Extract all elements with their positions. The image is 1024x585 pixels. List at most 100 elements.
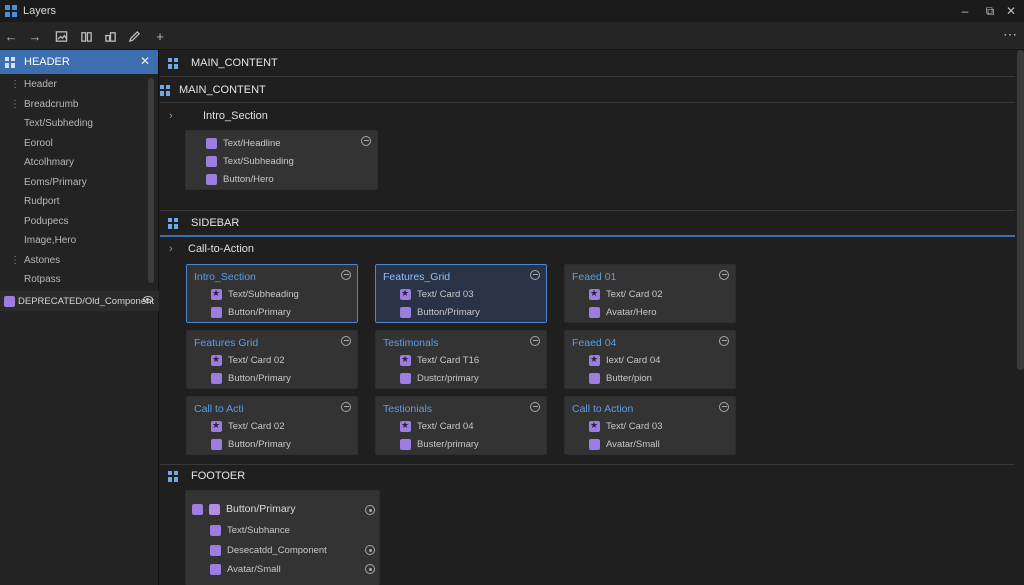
list-item[interactable]: Text/Subheading (211, 286, 299, 302)
collapse-icon[interactable] (719, 270, 729, 280)
main-scrollbar[interactable] (1017, 50, 1024, 370)
sidebar-layer-list: ⋮ Header ⋮ Breadcrumb Text/Subheding Eoroo… (0, 74, 158, 290)
close-button[interactable]: ✕ (996, 0, 1024, 22)
card-title: Call to Action (572, 403, 634, 415)
sidebar-scrollbar[interactable] (148, 78, 154, 283)
list-item[interactable]: Text/ Card 03 (589, 418, 663, 434)
book-icon[interactable] (77, 27, 95, 45)
component-icon (400, 306, 411, 318)
sidebar-item[interactable]: Image,Hero (0, 231, 158, 251)
component-card[interactable]: Features Grid Text/ Card 02 Button/Prima… (186, 330, 358, 389)
sidebar-header-tab[interactable]: HEADER ✕ (0, 50, 158, 74)
list-item[interactable]: Text/ Card 04 (400, 418, 474, 434)
intro-card[interactable]: Text/Headline Text/Subheading Button/Her… (185, 130, 378, 190)
chevron-right-icon[interactable]: › (169, 110, 183, 122)
list-item[interactable]: Desecatdd_Component (210, 542, 327, 558)
visibility-eye-icon[interactable] (365, 564, 375, 574)
component-card[interactable]: Intro_Section Text/Subheading Button/Pri… (186, 264, 358, 323)
item-label: Avatar/Hero (606, 306, 657, 318)
collapse-icon[interactable] (530, 270, 540, 280)
image-icon[interactable] (52, 27, 70, 45)
visibility-eye-icon[interactable] (143, 296, 153, 303)
component-card[interactable]: Testionials Text/ Card 04 Buster/primary (375, 396, 547, 455)
collapse-icon[interactable] (719, 336, 729, 346)
drag-handle-icon[interactable]: ⋮ (10, 79, 20, 90)
drag-handle-icon[interactable]: ⋮ (10, 99, 20, 110)
section-header[interactable]: FOOTOER (160, 464, 1015, 488)
sidebar-item[interactable]: Eorool (0, 134, 158, 154)
list-item[interactable]: Buster/primary (400, 436, 479, 452)
sidebar-item[interactable]: Podupecs (0, 212, 158, 232)
list-item[interactable]: Text/ Card T16 (400, 352, 479, 368)
collapse-icon[interactable] (361, 136, 371, 146)
component-star-icon (589, 288, 600, 300)
forward-arrow-icon[interactable]: → (26, 27, 44, 45)
drag-handle-icon[interactable]: ⋮ (10, 255, 20, 266)
collapse-icon[interactable] (341, 270, 351, 280)
list-item[interactable]: Button/Primary (211, 304, 291, 320)
chevron-right-icon[interactable]: › (169, 243, 183, 255)
visibility-eye-icon[interactable] (365, 545, 375, 555)
more-options-icon[interactable]: ⋯ (1003, 26, 1018, 43)
card-title: Features_Grid (383, 271, 451, 283)
component-card-selected[interactable]: Features_Grid Text/ Card 03 Button/Prima… (375, 264, 547, 323)
sidebar-item[interactable]: Rudport (0, 192, 158, 212)
divider (160, 76, 1015, 77)
list-item[interactable]: Dustcr/primary (400, 370, 479, 386)
list-item[interactable]: Button/Primary (211, 370, 291, 386)
collapse-icon[interactable] (719, 402, 729, 412)
sidebar-item[interactable]: Eoms/Primary (0, 173, 158, 193)
sidebar-item[interactable]: Rotpass (0, 270, 158, 290)
list-item[interactable]: Iext/ Card 04 (589, 352, 660, 368)
intro-section-row[interactable]: › Intro_Section (160, 106, 268, 126)
item-label: Buster/primary (417, 438, 479, 450)
sidebar-item-deprecated[interactable]: DEPRECATED/Old_Component (0, 291, 159, 311)
component-icon (589, 438, 600, 450)
section-header[interactable]: MAIN_CONTENT (160, 51, 1015, 75)
footer-card[interactable]: Button/Primary Text/Subhance Desecatdd_C… (185, 490, 380, 585)
component-card[interactable]: Feaed 01 Text/ Card 02 Avatar/Hero (564, 264, 736, 323)
component-card[interactable]: Testimonals Text/ Card T16 Dustcr/primar… (375, 330, 547, 389)
add-icon[interactable]: + (151, 27, 169, 45)
component-icon (400, 372, 411, 384)
list-item[interactable]: Text/ Card 02 (589, 286, 663, 302)
item-label: Button/Primary (228, 372, 291, 384)
list-item[interactable]: Button/Primary (400, 304, 480, 320)
component-star-icon (400, 288, 411, 300)
component-card[interactable]: Call to Action Text/ Card 03 Avatar/Smal… (564, 396, 736, 455)
list-item[interactable]: Button/Hero (206, 171, 274, 187)
section-header[interactable]: MAIN_CONTENT (160, 78, 1015, 102)
sidebar-item[interactable]: Atcolhmary (0, 153, 158, 173)
pen-icon[interactable] (125, 27, 143, 45)
sidebar-item[interactable]: Text/Subheding (0, 114, 158, 134)
visibility-eye-icon[interactable] (365, 505, 375, 515)
item-label: Text/Subhance (227, 524, 290, 536)
list-item[interactable]: Avatar/Small (210, 561, 281, 577)
list-item[interactable]: Avatar/Hero (589, 304, 657, 320)
cta-row[interactable]: › Call-to-Action (160, 239, 254, 259)
collapse-icon[interactable] (530, 336, 540, 346)
components-icon[interactable] (101, 27, 119, 45)
list-item[interactable]: Text/ Card 02 (211, 418, 285, 434)
component-card[interactable]: Feaed 04 Iext/ Card 04 Butter/pion (564, 330, 736, 389)
list-item[interactable]: Avatar/Small (589, 436, 660, 452)
list-item[interactable]: Text/Headline (206, 135, 281, 151)
list-item[interactable]: Button/Primary (211, 436, 291, 452)
list-item[interactable]: Text/Subhance (210, 522, 290, 538)
sidebar-item[interactable]: ⋮ Header (0, 75, 158, 95)
sidebar-item[interactable]: ⋮ Astones (0, 251, 158, 271)
collapse-icon[interactable] (341, 336, 351, 346)
back-arrow-icon[interactable]: ← (2, 27, 20, 45)
close-icon[interactable]: ✕ (140, 54, 150, 68)
list-item[interactable]: Text/Subheading (206, 153, 294, 169)
list-item[interactable]: Button/Primary (192, 501, 295, 517)
list-item[interactable]: Butter/pion (589, 370, 652, 386)
list-item[interactable]: Text/ Card 03 (400, 286, 474, 302)
section-header[interactable]: SIDEBAR (160, 211, 1015, 235)
list-item[interactable]: Text/ Card 02 (211, 352, 285, 368)
collapse-icon[interactable] (530, 402, 540, 412)
collapse-icon[interactable] (341, 402, 351, 412)
sidebar-item[interactable]: ⋮ Breadcrumb (0, 95, 158, 115)
component-card[interactable]: Call to Acti Text/ Card 02 Button/Primar… (186, 396, 358, 455)
component-icon (211, 306, 222, 318)
